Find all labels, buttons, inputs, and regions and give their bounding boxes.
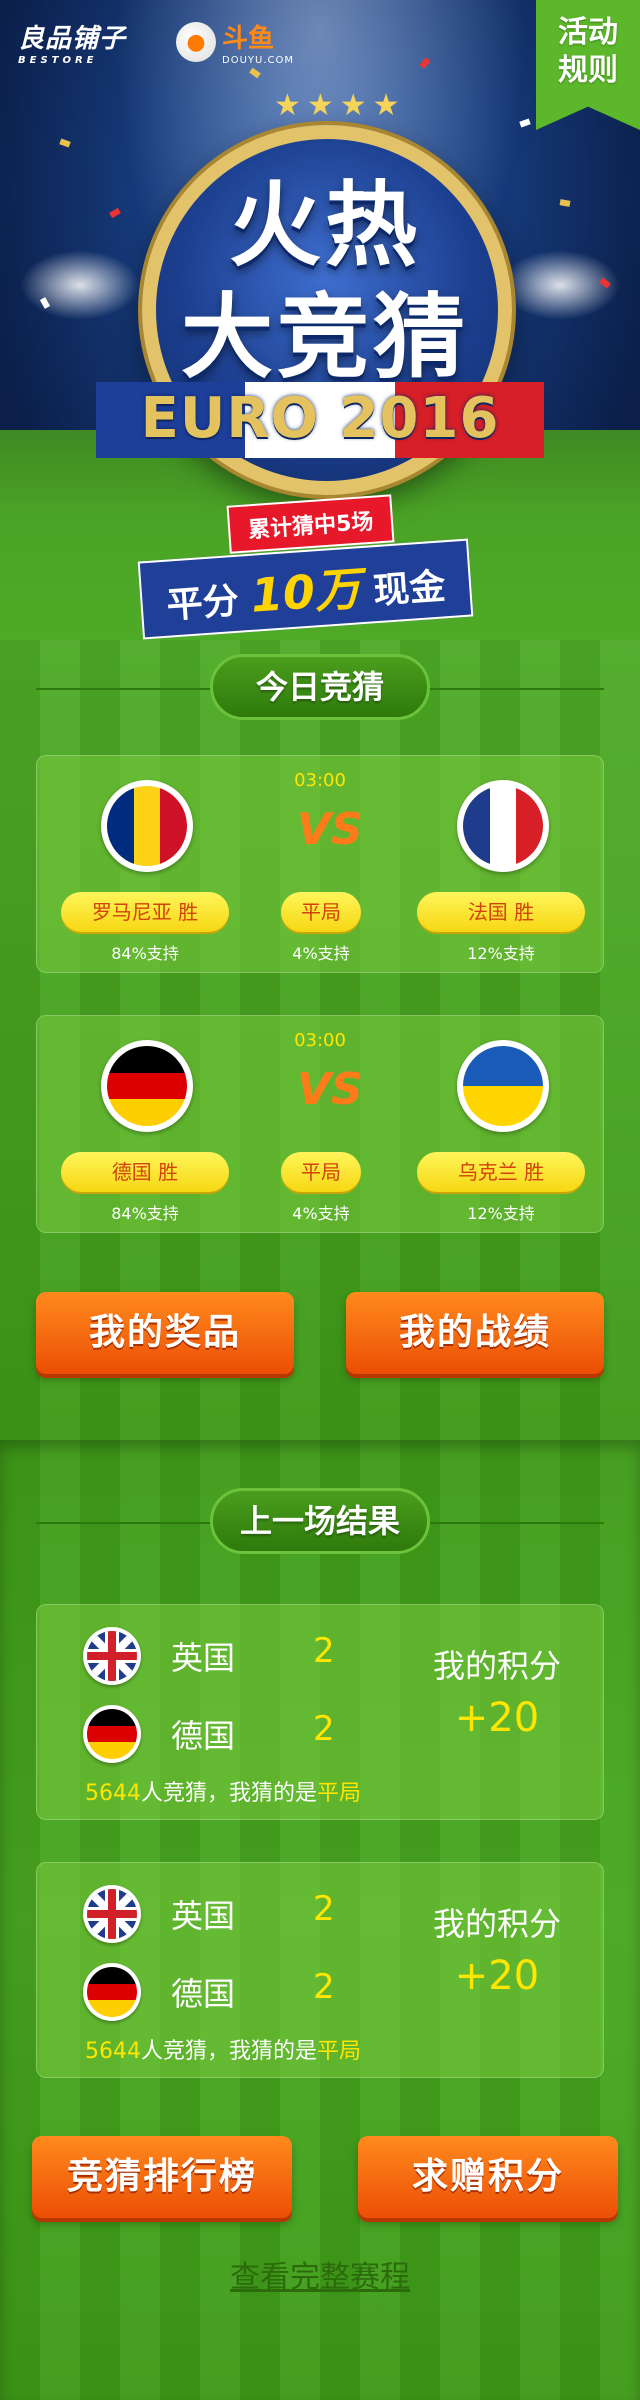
- ukraine-flag-icon: [457, 1040, 549, 1132]
- fish-icon: ●: [176, 22, 216, 62]
- team-score: 2: [313, 1709, 335, 1749]
- section-title: 今日竞猜: [210, 654, 430, 720]
- vs-icon: VS: [297, 1064, 363, 1115]
- last-header: 上一场结果: [0, 1488, 640, 1558]
- away-support: 12%支持: [467, 1204, 535, 1223]
- hero-title-line2: 大竞猜: [180, 284, 469, 391]
- hero-banner: 良品铺子 BESTORE ● 斗鱼 DOUYU.COM 活动 规则 ★★★★ 火…: [0, 0, 640, 640]
- brand-sub: BESTORE: [18, 55, 98, 66]
- my-guess: 平局: [317, 2039, 362, 2064]
- away-support: 12%支持: [467, 944, 535, 963]
- germany-flag-icon: [101, 1040, 193, 1132]
- points-label: 我的积分: [432, 1647, 561, 1685]
- france-flag-icon: [457, 780, 549, 872]
- home-support: 84%支持: [111, 1204, 179, 1223]
- bestore-logo: 良品铺子 BESTORE: [18, 18, 126, 66]
- team-score: 2: [313, 1889, 335, 1929]
- draw-button[interactable]: 平局: [281, 892, 361, 932]
- promo-cash-post: 现金: [372, 566, 447, 613]
- draw-support: 4%支持: [292, 944, 350, 963]
- match-card: 03:00 VS 德国 胜 平局 乌克兰 胜 84%支持 4%支持 12%支持: [36, 1015, 604, 1233]
- result-note: 5644人竞猜，我猜的是平局: [85, 1775, 361, 1807]
- note-text: 人竞猜，我猜的是: [141, 1781, 318, 1806]
- request-points-button[interactable]: 求赠积分: [358, 2136, 618, 2218]
- team-name: 德国: [171, 1717, 236, 1755]
- confetti: [59, 138, 71, 148]
- uk-flag-icon: [83, 1627, 141, 1685]
- confetti: [519, 118, 531, 128]
- vs-icon: VS: [297, 804, 363, 855]
- away-win-button[interactable]: 法国 胜: [417, 892, 585, 932]
- team-score: 2: [313, 1967, 335, 2007]
- rules-label-1: 活动: [558, 15, 618, 50]
- confetti: [249, 67, 261, 79]
- my-record-button[interactable]: 我的战绩: [346, 1292, 604, 1374]
- partner-name: 斗鱼: [222, 24, 275, 54]
- partner-domain: DOUYU.COM: [222, 55, 294, 66]
- stadium-light: [20, 250, 140, 320]
- match-card: 03:00 VS 罗马尼亚 胜 平局 法国 胜 84%支持 4%支持 12%支持: [36, 755, 604, 973]
- confetti: [419, 57, 431, 69]
- rules-label-2: 规则: [558, 53, 618, 88]
- rules-button[interactable]: 活动 规则: [536, 0, 640, 130]
- draw-button[interactable]: 平局: [281, 1152, 361, 1192]
- team-name: 英国: [171, 1897, 236, 1935]
- team-name: 英国: [171, 1639, 236, 1677]
- result-card: 英国 2 德国 2 我的积分 +20 5644人竞猜，我猜的是平局: [36, 1604, 604, 1820]
- draw-support: 4%支持: [292, 1204, 350, 1223]
- germany-flag-icon: [83, 1705, 141, 1763]
- germany-flag-icon: [83, 1963, 141, 2021]
- participant-count: 5644: [85, 2039, 141, 2064]
- away-win-button[interactable]: 乌克兰 胜: [417, 1152, 585, 1192]
- stars-icon: ★★★★: [274, 88, 406, 123]
- promo-cash-amount: 10万: [249, 561, 363, 623]
- result-card: 英国 2 德国 2 我的积分 +20 5644人竞猜，我猜的是平局: [36, 1862, 604, 2078]
- my-guess: 平局: [317, 1781, 362, 1806]
- uk-flag-icon: [83, 1885, 141, 1943]
- confetti: [559, 199, 571, 207]
- my-prizes-button[interactable]: 我的奖品: [36, 1292, 294, 1374]
- douyu-logo: ● 斗鱼 DOUYU.COM: [176, 18, 294, 66]
- team-name: 德国: [171, 1975, 236, 2013]
- home-support: 84%支持: [111, 944, 179, 963]
- points-value: +20: [454, 1695, 540, 1741]
- home-win-button[interactable]: 罗马尼亚 胜: [61, 892, 229, 932]
- leaderboard-button[interactable]: 竞猜排行榜: [32, 2136, 292, 2218]
- today-header: 今日竞猜: [0, 654, 640, 724]
- points-label: 我的积分: [432, 1905, 561, 1943]
- confetti: [109, 207, 121, 219]
- section-title: 上一场结果: [210, 1488, 430, 1554]
- hero-title-line1: 火热: [228, 172, 421, 279]
- full-schedule-link[interactable]: 查看完整赛程: [0, 2252, 640, 2296]
- participant-count: 5644: [85, 1781, 141, 1806]
- today-section: 今日竞猜 03:00 VS 罗马尼亚 胜 平局 法国 胜 84%支持 4%支持 …: [0, 640, 640, 1440]
- brand-name: 良品铺子: [18, 24, 127, 54]
- result-note: 5644人竞猜，我猜的是平局: [85, 2033, 361, 2065]
- romania-flag-icon: [101, 780, 193, 872]
- hero-title: 火热 大竞猜: [130, 170, 520, 394]
- points-value: +20: [454, 1953, 540, 1999]
- promo-cash-pre: 平分: [165, 580, 241, 627]
- event-name: EURO 2016: [140, 386, 500, 451]
- team-score: 2: [313, 1631, 335, 1671]
- home-win-button[interactable]: 德国 胜: [61, 1152, 229, 1192]
- note-text: 人竞猜，我猜的是: [141, 2039, 318, 2064]
